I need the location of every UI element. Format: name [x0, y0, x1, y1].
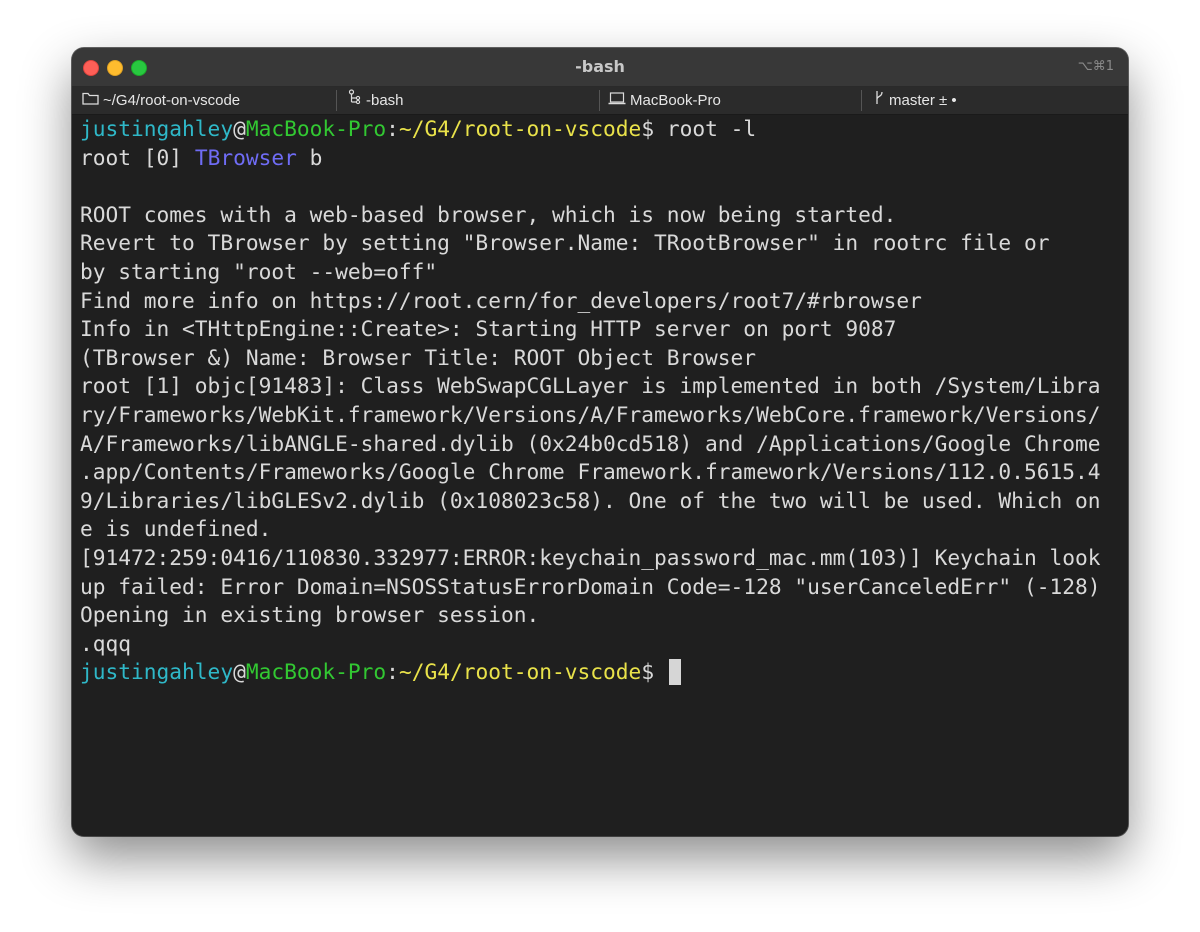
prompt-path: ~/G4/root-on-vscode [398, 116, 642, 141]
folder-icon [82, 87, 99, 114]
status-divider [861, 90, 862, 111]
status-divider [336, 90, 337, 111]
output-line: Opening in existing browser session. [80, 602, 540, 628]
prompt-path: ~/G4/root-on-vscode [398, 659, 642, 685]
command-text: root -l [654, 116, 757, 141]
laptop-icon [608, 87, 626, 114]
output-line: root [1] objc[91483]: Class WebSwapCGLLa… [80, 373, 1101, 399]
status-process-label: -bash [366, 92, 404, 109]
prompt-at: @ [233, 659, 246, 685]
prompt-at: @ [233, 116, 246, 141]
root-prompt: root [0] [80, 144, 195, 170]
status-bar: ~/G4/root-on-vscode -bash MacBook-Pro ma… [72, 87, 1128, 115]
prompt-colon: : [386, 116, 399, 141]
prompt-line: justingahley@MacBook-Pro:~/G4/root-on-vs… [80, 658, 681, 687]
prompt-host: MacBook-Pro [245, 116, 387, 141]
output-line: e is undefined. [80, 516, 272, 542]
status-folder-label: ~/G4/root-on-vscode [103, 92, 241, 109]
output-line: Find more info on https://root.cern/for_… [80, 287, 922, 313]
terminal-output[interactable]: justingahley@MacBook-Pro:~/G4/root-on-vs… [72, 115, 1128, 836]
root-input-suffix: b [296, 144, 323, 170]
output-line: A/Frameworks/libANGLE-shared.dylib (0x24… [80, 430, 1101, 456]
output-line: ROOT comes with a web-based browser, whi… [80, 201, 897, 227]
prompt-dollar: $ [641, 659, 655, 685]
output-line: [91472:259:0416/110830.332977:ERROR:keyc… [80, 545, 1101, 570]
status-branch[interactable]: master ± • [874, 87, 957, 114]
prompt-dollar: $ [641, 116, 655, 141]
output-line: Revert to TBrowser by setting "Browser.N… [80, 230, 1050, 256]
prompt-line: justingahley@MacBook-Pro:~/G4/root-on-vs… [80, 115, 756, 144]
status-process[interactable]: -bash [348, 87, 404, 114]
status-host[interactable]: MacBook-Pro [608, 87, 721, 114]
output-line: .qqq [80, 630, 132, 656]
output-line: Info in <THttpEngine::Create>: Starting … [80, 316, 897, 342]
prompt-user: justingahley [80, 116, 234, 141]
window-shortcut: ⌥⌘1 [1077, 59, 1114, 74]
output-line: by starting "root --web=off" [80, 259, 438, 284]
output-line: 9/Libraries/libGLESv2.dylib (0x108023c58… [80, 487, 1101, 513]
process-icon [348, 87, 362, 114]
title-bar: -bash ⌥⌘1 [72, 48, 1128, 87]
text-cursor [668, 659, 681, 686]
prompt-host: MacBook-Pro [245, 659, 387, 685]
terminal-window: -bash ⌥⌘1 ~/G4/root-on-vscode -bash MacB… [72, 48, 1128, 836]
prompt-colon: : [386, 659, 399, 685]
class-name: TBrowser [194, 144, 297, 170]
command-input[interactable] [654, 659, 667, 684]
output-line: (TBrowser &) Name: Browser Title: ROOT O… [80, 344, 757, 370]
output-line: .app/Contents/Frameworks/Google Chrome F… [80, 459, 1101, 485]
status-branch-label: master ± • [889, 92, 957, 109]
status-folder[interactable]: ~/G4/root-on-vscode [82, 87, 240, 114]
window-title: -bash [575, 57, 625, 76]
output-line: ry/Frameworks/WebKit.framework/Versions/… [80, 402, 1101, 427]
status-divider [599, 90, 600, 111]
prompt-user: justingahley [80, 659, 234, 685]
status-host-label: MacBook-Pro [630, 92, 721, 109]
root-input-line: root [0] TBrowser b [80, 144, 322, 173]
git-branch-icon [874, 87, 885, 114]
output-line: up failed: Error Domain=NSOSStatusErrorD… [80, 573, 1101, 599]
